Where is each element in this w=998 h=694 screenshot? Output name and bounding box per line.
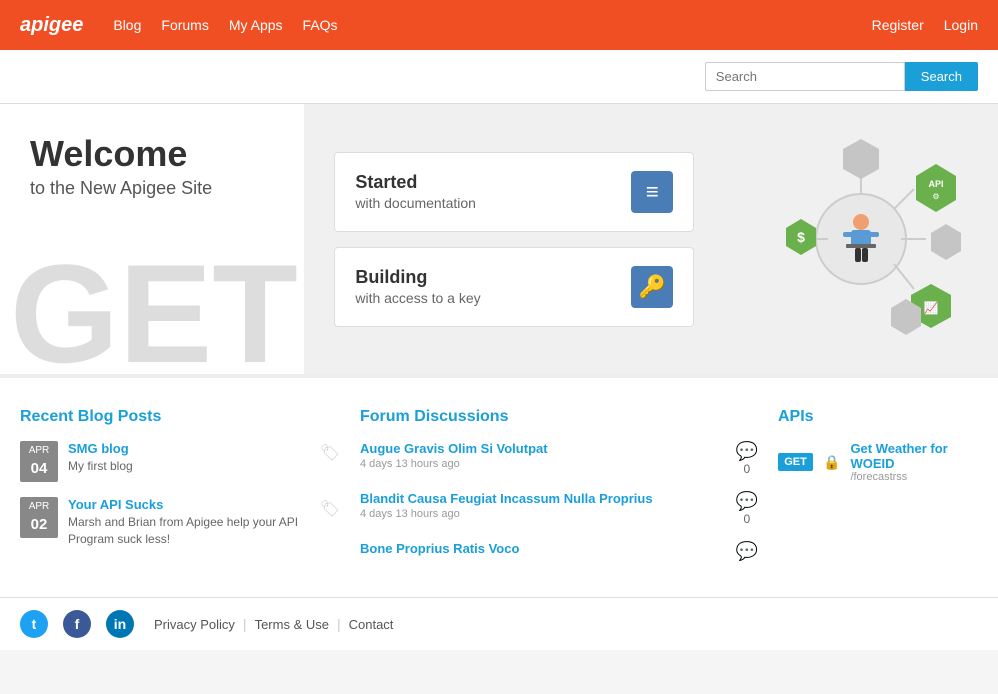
- forum-meta-1: 4 days 13 hours ago: [360, 458, 726, 470]
- register-link[interactable]: Register: [872, 17, 924, 33]
- forum-count-1: 💬 0: [736, 441, 758, 476]
- svg-text:$: $: [797, 229, 805, 245]
- hero-illustration: API ⚙ $ 📈: [724, 104, 998, 374]
- api-section-title: APIs: [778, 408, 978, 426]
- search-bar: Search: [0, 50, 998, 104]
- footer-separator: |: [243, 616, 247, 632]
- api-item: GET 🔒 Get Weather for WOEID /forecastrss: [778, 441, 978, 483]
- facebook-link[interactable]: f: [63, 610, 91, 638]
- comments-icon: 💬: [736, 541, 758, 562]
- contact-link[interactable]: Contact: [349, 617, 394, 632]
- svg-text:⚙: ⚙: [933, 192, 940, 201]
- blog-date-2: Apr 02: [20, 497, 58, 538]
- welcome-subtitle: to the New Apigee Site: [30, 178, 274, 199]
- card-started[interactable]: Started with documentation ≡: [334, 152, 694, 232]
- linkedin-link[interactable]: in: [106, 610, 134, 638]
- content-section: Recent Blog Posts Apr 04 SMG blog My fir…: [0, 374, 998, 597]
- hero-cards: Started with documentation ≡ Building wi…: [304, 104, 724, 374]
- tag-icon: 🏷: [320, 499, 340, 519]
- card-started-title: Started: [355, 172, 616, 193]
- blog-excerpt-1: My first blog: [68, 458, 310, 475]
- forum-item: Blandit Causa Feugiat Incassum Nulla Pro…: [360, 491, 758, 526]
- tag-icon: 🏷: [320, 443, 340, 463]
- forum-meta-2: 4 days 13 hours ago: [360, 508, 726, 520]
- comments-icon: 💬: [736, 491, 758, 512]
- site-logo[interactable]: apigee: [20, 14, 83, 37]
- api-illustration: API ⚙ $ 📈: [746, 134, 976, 344]
- terms-link[interactable]: Terms & Use: [255, 617, 329, 632]
- blog-section: Recent Blog Posts Apr 04 SMG blog My fir…: [20, 408, 340, 577]
- doc-icon: ≡: [631, 171, 673, 213]
- api-path: /forecastrss: [850, 471, 978, 483]
- api-method-badge: GET: [778, 453, 813, 471]
- privacy-policy-link[interactable]: Privacy Policy: [154, 617, 235, 632]
- nav-myapps[interactable]: My Apps: [229, 17, 283, 33]
- blog-title-2[interactable]: Your API Sucks: [68, 497, 310, 512]
- card-started-subtitle: with documentation: [355, 195, 616, 211]
- comments-icon: 💬: [736, 441, 758, 462]
- nav-forums[interactable]: Forums: [161, 17, 208, 33]
- forum-item: Augue Gravis Olim Si Volutpat 4 days 13 …: [360, 441, 758, 476]
- blog-title-1[interactable]: SMG blog: [68, 441, 310, 456]
- forum-title-3[interactable]: Bone Proprius Ratis Voco: [360, 541, 726, 556]
- lock-icon: 🔒: [823, 454, 840, 471]
- nav-blog[interactable]: Blog: [113, 17, 141, 33]
- search-input[interactable]: [705, 62, 905, 91]
- footer: t f in Privacy Policy | Terms & Use | Co…: [0, 597, 998, 650]
- api-section: APIs GET 🔒 Get Weather for WOEID /foreca…: [778, 408, 978, 577]
- forum-count-2: 💬 0: [736, 491, 758, 526]
- blog-item: Apr 02 Your API Sucks Marsh and Brian fr…: [20, 497, 340, 548]
- search-button[interactable]: Search: [905, 62, 978, 91]
- welcome-title: Welcome: [30, 134, 274, 174]
- top-navigation: apigee Blog Forums My Apps FAQs Register…: [0, 0, 998, 50]
- forum-title-2[interactable]: Blandit Causa Feugiat Incassum Nulla Pro…: [360, 491, 726, 506]
- hero-left: Welcome to the New Apigee Site GET: [0, 104, 304, 374]
- forum-section: Forum Discussions Augue Gravis Olim Si V…: [360, 408, 758, 577]
- forum-count-3: 💬: [736, 541, 758, 562]
- card-building[interactable]: Building with access to a key 🔑: [334, 247, 694, 327]
- forum-item: Bone Proprius Ratis Voco 💬: [360, 541, 758, 562]
- blog-date-1: Apr 04: [20, 441, 58, 482]
- card-building-title: Building: [355, 267, 616, 288]
- get-watermark: GET: [10, 244, 298, 374]
- nav-faqs[interactable]: FAQs: [303, 17, 338, 33]
- hero-section: Welcome to the New Apigee Site GET Start…: [0, 104, 998, 374]
- svg-text:API: API: [929, 179, 944, 189]
- blog-section-title: Recent Blog Posts: [20, 408, 340, 426]
- forum-title-1[interactable]: Augue Gravis Olim Si Volutpat: [360, 441, 726, 456]
- blog-item: Apr 04 SMG blog My first blog 🏷: [20, 441, 340, 482]
- login-link[interactable]: Login: [944, 17, 978, 33]
- twitter-link[interactable]: t: [20, 610, 48, 638]
- footer-separator: |: [337, 616, 341, 632]
- card-building-subtitle: with access to a key: [355, 290, 616, 306]
- svg-text:📈: 📈: [924, 301, 939, 315]
- blog-excerpt-2: Marsh and Brian from Apigee help your AP…: [68, 514, 310, 548]
- key-icon: 🔑: [631, 266, 673, 308]
- api-name[interactable]: Get Weather for WOEID: [850, 441, 978, 471]
- footer-links: Privacy Policy | Terms & Use | Contact: [154, 616, 393, 632]
- forum-section-title: Forum Discussions: [360, 408, 758, 426]
